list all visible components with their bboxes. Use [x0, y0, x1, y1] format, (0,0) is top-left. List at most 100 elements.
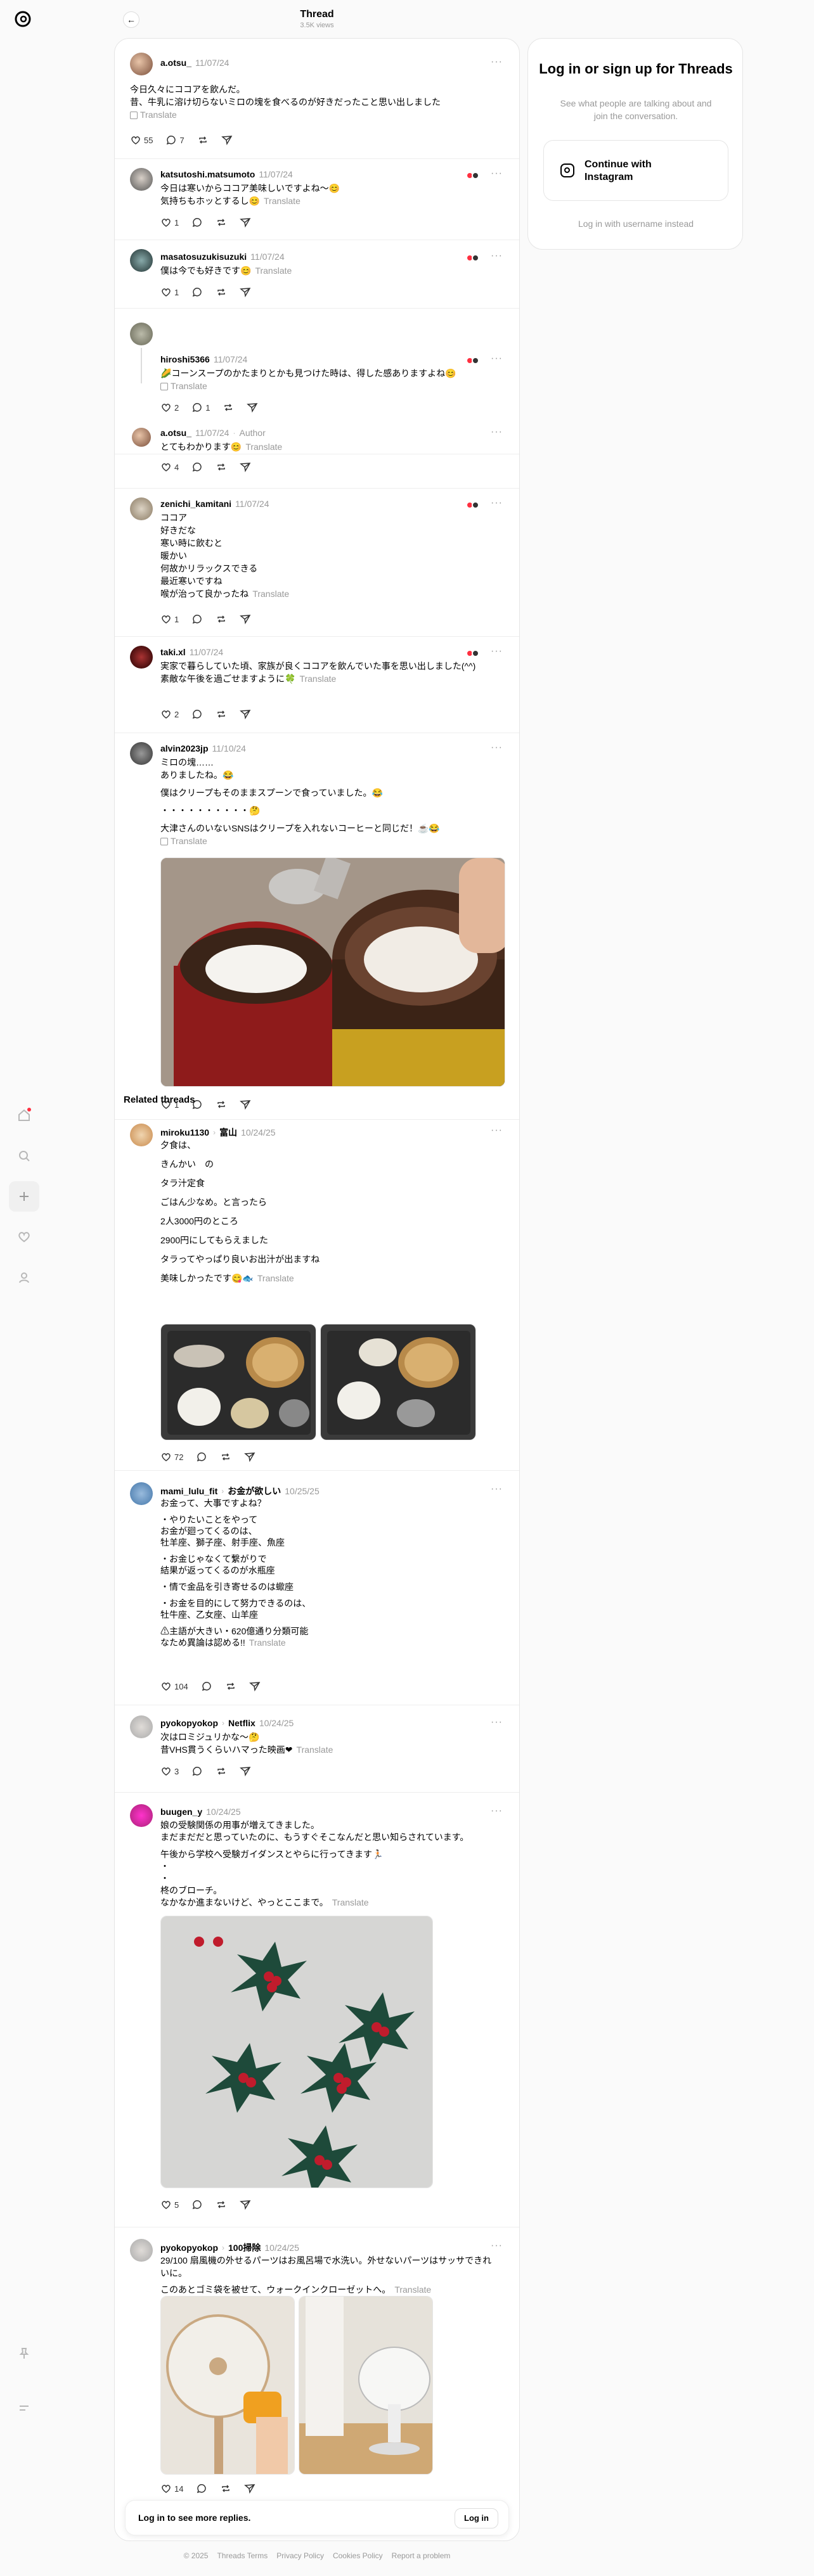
translate-link[interactable]: Translate: [171, 836, 207, 846]
search-icon[interactable]: [9, 1141, 39, 1171]
share-button[interactable]: [235, 610, 256, 629]
login-button[interactable]: Log in: [455, 2508, 498, 2528]
username[interactable]: pyokopyokop: [160, 1718, 218, 1728]
share-button[interactable]: [235, 1762, 256, 1781]
username[interactable]: hiroshi5366: [160, 354, 210, 364]
cookies-link[interactable]: Cookies Policy: [333, 2551, 383, 2560]
more-options-icon[interactable]: ···: [491, 426, 503, 438]
repost-button[interactable]: [210, 2195, 232, 2214]
username[interactable]: miroku1130: [160, 1127, 209, 1137]
more-options-icon[interactable]: ···: [491, 1717, 503, 1728]
translate-link[interactable]: Translate: [245, 442, 282, 452]
fan-photo-1[interactable]: [160, 2296, 295, 2475]
community-tag[interactable]: 100掃除: [228, 2241, 261, 2254]
translate-link[interactable]: Translate: [255, 266, 292, 276]
username[interactable]: masatosuzukisuzuki: [160, 252, 247, 262]
home-icon[interactable]: [9, 1100, 39, 1131]
translate-link[interactable]: Translate: [249, 1637, 286, 1648]
share-button[interactable]: [235, 458, 256, 477]
like-button[interactable]: 1: [155, 610, 184, 629]
fan-photo-2[interactable]: [299, 2296, 433, 2475]
continue-with-instagram-button[interactable]: Continue with Instagram: [543, 140, 728, 201]
repost-button[interactable]: [220, 1677, 242, 1696]
profile-icon[interactable]: [9, 1262, 39, 1293]
cocoa-photo[interactable]: [160, 857, 505, 1087]
username[interactable]: taki.xl: [160, 647, 186, 657]
community-tag[interactable]: 富山: [219, 1126, 237, 1139]
menu-icon[interactable]: [9, 2393, 39, 2423]
translate-link[interactable]: Translate: [264, 196, 300, 206]
username[interactable]: a.otsu_: [160, 428, 191, 438]
share-button[interactable]: [244, 1677, 266, 1696]
like-button[interactable]: 2: [155, 705, 184, 724]
reply-button[interactable]: [186, 213, 208, 232]
privacy-link[interactable]: Privacy Policy: [276, 2551, 324, 2560]
username[interactable]: alvin2023jp: [160, 743, 209, 753]
community-tag[interactable]: お金が欲しい: [228, 1485, 281, 1497]
share-button[interactable]: [235, 213, 256, 232]
more-options-icon[interactable]: ···: [491, 2240, 503, 2252]
username[interactable]: buugen_y: [160, 1807, 202, 1817]
reply-button[interactable]: [191, 2479, 212, 2498]
translate-link[interactable]: Translate: [257, 1273, 294, 1283]
reply-button[interactable]: [186, 458, 208, 477]
meal-photo-2[interactable]: [320, 1324, 476, 1440]
share-button[interactable]: [235, 705, 256, 724]
translate-link[interactable]: Translate: [299, 674, 336, 684]
reply-button[interactable]: [186, 610, 208, 629]
repost-button[interactable]: [210, 283, 232, 302]
heart-icon[interactable]: [9, 1222, 39, 1252]
username[interactable]: mami_lulu_fit: [160, 1486, 217, 1496]
more-options-icon[interactable]: ···: [491, 168, 503, 179]
avatar[interactable]: [130, 1124, 153, 1146]
threads-logo[interactable]: [13, 9, 33, 29]
like-button[interactable]: 104: [155, 1677, 193, 1696]
translate-link[interactable]: Translate: [394, 2284, 431, 2295]
avatar[interactable]: [130, 646, 153, 669]
reply-button[interactable]: [196, 1677, 217, 1696]
repost-button[interactable]: [210, 610, 232, 629]
terms-link[interactable]: Threads Terms: [217, 2551, 268, 2560]
more-options-icon[interactable]: ···: [491, 353, 503, 364]
translate-link[interactable]: Translate: [140, 110, 177, 120]
username[interactable]: pyokopyokop: [160, 2243, 218, 2253]
like-button[interactable]: 72: [155, 1447, 188, 1466]
repost-button[interactable]: [210, 213, 232, 232]
username[interactable]: katsutoshi.matsumoto: [160, 169, 255, 179]
repost-button[interactable]: [210, 458, 232, 477]
avatar[interactable]: [130, 1804, 153, 1827]
avatar[interactable]: [130, 1715, 153, 1738]
more-options-icon[interactable]: ···: [491, 1483, 503, 1495]
repost-button[interactable]: [192, 131, 214, 150]
reply-button[interactable]: 7: [160, 131, 189, 150]
like-button[interactable]: 4: [155, 458, 184, 477]
translate-link[interactable]: Translate: [297, 1745, 333, 1755]
reply-button[interactable]: [186, 705, 208, 724]
avatar[interactable]: [130, 53, 153, 75]
community-tag[interactable]: Netflix: [228, 1718, 255, 1728]
username[interactable]: a.otsu_: [160, 58, 191, 68]
reply-button[interactable]: [186, 283, 208, 302]
repost-button[interactable]: [210, 1762, 232, 1781]
reply-button[interactable]: [186, 1762, 208, 1781]
repost-button[interactable]: [215, 1447, 236, 1466]
more-options-icon[interactable]: ···: [491, 742, 503, 753]
avatar[interactable]: [130, 2239, 153, 2262]
more-options-icon[interactable]: ···: [491, 1805, 503, 1817]
avatar[interactable]: [130, 1482, 153, 1505]
like-button[interactable]: 14: [155, 2479, 188, 2498]
share-button[interactable]: [239, 2479, 261, 2498]
avatar[interactable]: [130, 497, 153, 520]
avatar[interactable]: [130, 168, 153, 191]
report-link[interactable]: Report a problem: [392, 2551, 451, 2560]
username[interactable]: zenichi_kamitani: [160, 499, 231, 509]
avatar[interactable]: [130, 742, 153, 765]
like-button[interactable]: 5: [155, 2195, 184, 2214]
more-options-icon[interactable]: ···: [491, 56, 503, 68]
avatar[interactable]: [130, 249, 153, 272]
like-button[interactable]: 3: [155, 1762, 184, 1781]
plus-icon[interactable]: [9, 1181, 39, 1212]
repost-button[interactable]: [215, 2479, 236, 2498]
pin-icon[interactable]: [9, 2338, 39, 2369]
share-button[interactable]: [235, 283, 256, 302]
